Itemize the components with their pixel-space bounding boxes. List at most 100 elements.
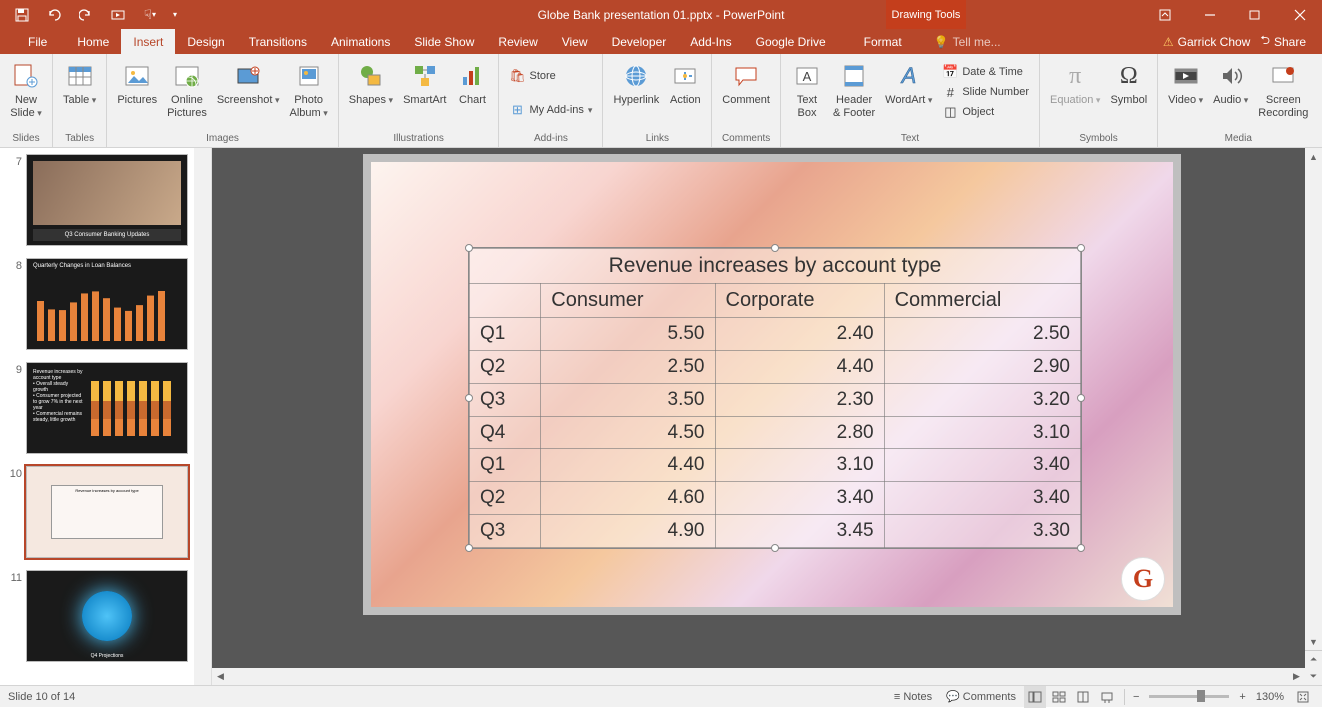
thumbnail-slide-10[interactable]: 10Revenue increases by account type	[0, 460, 211, 564]
table-cell[interactable]: 3.10	[715, 449, 884, 482]
slide-thumbnails-panel[interactable]: 7Q3 Consumer Banking Updates8Quarterly C…	[0, 148, 212, 685]
pictures-button[interactable]: Pictures	[113, 58, 161, 109]
equation-button[interactable]: πEquation	[1046, 58, 1104, 109]
date-time-button[interactable]: 📅Date & Time	[938, 62, 1033, 82]
qat-customize-icon[interactable]: ▾	[168, 3, 182, 27]
table-header-cell[interactable]: Corporate	[715, 284, 884, 318]
resize-handle[interactable]	[465, 544, 473, 552]
screen-recording-button[interactable]: Screen Recording	[1254, 58, 1312, 121]
resize-handle[interactable]	[465, 394, 473, 402]
table-row[interactable]: Q15.502.402.50	[470, 318, 1081, 351]
slide-sorter-view-icon[interactable]	[1048, 686, 1070, 708]
symbol-button[interactable]: ΩSymbol	[1106, 58, 1151, 109]
scroll-up-icon[interactable]: ▲	[1305, 148, 1322, 165]
table-cell[interactable]: 3.30	[884, 515, 1080, 548]
thumbnail-slide-8[interactable]: 8Quarterly Changes in Loan Balances	[0, 252, 211, 356]
thumbnails-scrollbar[interactable]	[194, 148, 211, 685]
resize-handle[interactable]	[771, 244, 779, 252]
photo-album-button[interactable]: Photo Album	[286, 58, 332, 121]
shapes-button[interactable]: Shapes	[345, 58, 397, 109]
scroll-down-icon[interactable]: ▼	[1305, 633, 1322, 650]
tab-file[interactable]: File	[10, 29, 65, 54]
thumbnail-slide-7[interactable]: 7Q3 Consumer Banking Updates	[0, 148, 211, 252]
slide[interactable]: Revenue increases by account type Consum…	[363, 154, 1181, 615]
table-row[interactable]: Q24.603.403.40	[470, 482, 1081, 515]
slide-number-button[interactable]: #Slide Number	[938, 82, 1033, 102]
vertical-scrollbar[interactable]: ▲ ▼ ⏶ ⏷	[1305, 148, 1322, 685]
touch-mouse-mode-icon[interactable]: ☟▾	[136, 3, 164, 27]
table-header-cell[interactable]	[470, 284, 541, 318]
thumbnail-slide-11[interactable]: 11Q4 Projections	[0, 564, 211, 668]
table-cell[interactable]: 4.60	[541, 482, 715, 515]
tab-design[interactable]: Design	[175, 29, 236, 54]
slide-table[interactable]: Revenue increases by account type Consum…	[469, 248, 1081, 548]
table-cell[interactable]: Q1	[470, 318, 541, 351]
table-cell[interactable]: 3.40	[715, 482, 884, 515]
table-title[interactable]: Revenue increases by account type	[470, 249, 1081, 284]
thumbnail-slide-9[interactable]: 9Revenue increases by account type• Over…	[0, 356, 211, 460]
table-cell[interactable]: 2.50	[541, 350, 715, 383]
video-button[interactable]: Video	[1164, 58, 1207, 109]
zoom-slider[interactable]	[1149, 695, 1229, 698]
table-cell[interactable]: 4.40	[715, 350, 884, 383]
smartart-button[interactable]: SmartArt	[399, 58, 450, 109]
prev-slide-icon[interactable]: ⏶	[1305, 651, 1322, 668]
table-cell[interactable]: 4.40	[541, 449, 715, 482]
action-button[interactable]: Action	[665, 58, 705, 109]
store-button[interactable]: 🛍Store	[505, 66, 596, 86]
slideshow-view-icon[interactable]	[1096, 686, 1118, 708]
reading-view-icon[interactable]	[1072, 686, 1094, 708]
resize-handle[interactable]	[1077, 394, 1085, 402]
table-header-cell[interactable]: Consumer	[541, 284, 715, 318]
table-cell[interactable]: Q2	[470, 482, 541, 515]
wordart-button[interactable]: AWordArt	[881, 58, 936, 109]
table-cell[interactable]: 3.50	[541, 383, 715, 416]
header-footer-button[interactable]: Header & Footer	[829, 58, 879, 121]
tab-insert[interactable]: Insert	[121, 29, 175, 54]
table-cell[interactable]: 4.50	[541, 416, 715, 449]
my-addins-button[interactable]: ⊞My Add-ins	[505, 100, 596, 120]
table-row[interactable]: Q34.903.453.30	[470, 515, 1081, 548]
object-button[interactable]: ◫Object	[938, 102, 1033, 122]
table-row[interactable]: Q33.502.303.20	[470, 383, 1081, 416]
table-cell[interactable]: 4.90	[541, 515, 715, 548]
tab-slide-show[interactable]: Slide Show	[402, 29, 486, 54]
tab-view[interactable]: View	[550, 29, 600, 54]
tab-developer[interactable]: Developer	[600, 29, 679, 54]
tab-add-ins[interactable]: Add-Ins	[678, 29, 743, 54]
table-cell[interactable]: 2.80	[715, 416, 884, 449]
user-account[interactable]: ⚠Garrick Chow	[1163, 35, 1250, 49]
table-button[interactable]: Table	[59, 58, 100, 109]
maximize-icon[interactable]	[1232, 0, 1277, 29]
table-cell[interactable]: Q3	[470, 383, 541, 416]
resize-handle[interactable]	[1077, 544, 1085, 552]
zoom-level[interactable]: 130%	[1256, 691, 1284, 703]
tell-me-search[interactable]: 💡Tell me...	[934, 35, 1001, 49]
table-cell[interactable]: 2.90	[884, 350, 1080, 383]
undo-icon[interactable]	[40, 3, 68, 27]
save-icon[interactable]	[8, 3, 36, 27]
notes-button[interactable]: ≡Notes	[888, 686, 938, 708]
start-from-beginning-icon[interactable]	[104, 3, 132, 27]
table-cell[interactable]: 2.50	[884, 318, 1080, 351]
table-cell[interactable]: 3.45	[715, 515, 884, 548]
redo-icon[interactable]	[72, 3, 100, 27]
normal-view-icon[interactable]	[1024, 686, 1046, 708]
table-cell[interactable]: 3.10	[884, 416, 1080, 449]
table-cell[interactable]: Q2	[470, 350, 541, 383]
table-header-cell[interactable]: Commercial	[884, 284, 1080, 318]
online-pictures-button[interactable]: Online Pictures	[163, 58, 211, 121]
hyperlink-button[interactable]: Hyperlink	[609, 58, 663, 109]
horizontal-scrollbar[interactable]: ◀ ▶	[212, 668, 1305, 685]
table-cell[interactable]: 3.40	[884, 449, 1080, 482]
table-cell[interactable]: 2.40	[715, 318, 884, 351]
table-row[interactable]: Q22.504.402.90	[470, 350, 1081, 383]
tab-home[interactable]: Home	[65, 29, 121, 54]
comment-button[interactable]: Comment	[718, 58, 774, 109]
table-cell[interactable]: Q3	[470, 515, 541, 548]
table-cell[interactable]: 5.50	[541, 318, 715, 351]
zoom-out-button[interactable]: −	[1131, 686, 1141, 708]
table-cell[interactable]: 3.40	[884, 482, 1080, 515]
tab-review[interactable]: Review	[486, 29, 549, 54]
resize-handle[interactable]	[1077, 244, 1085, 252]
